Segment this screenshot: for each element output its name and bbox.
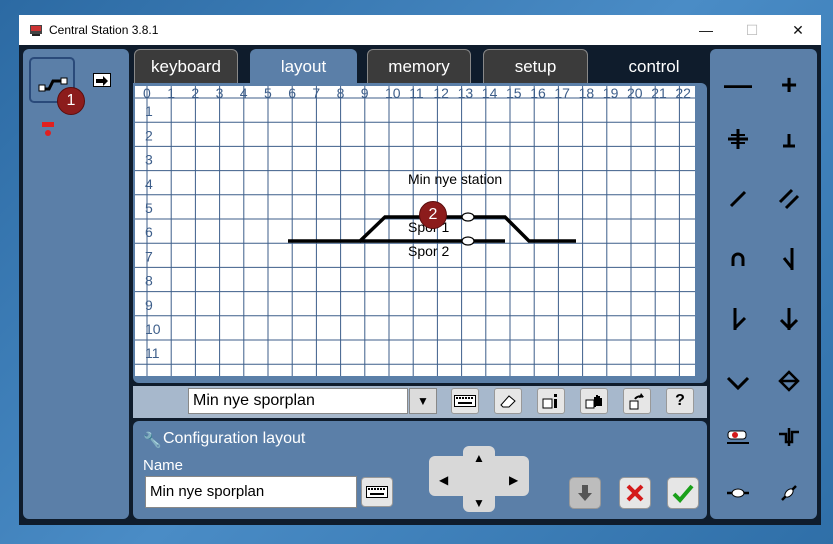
three-way-turnout-icon[interactable] — [771, 301, 807, 337]
signal-icon[interactable] — [720, 419, 756, 455]
turnout-left-icon[interactable] — [771, 241, 807, 277]
sensor-track-icon[interactable] — [771, 419, 807, 455]
arrow-down-icon[interactable]: ▼ — [473, 496, 485, 510]
config-panel: 🔧 Configuration layout Name Min nye spor… — [133, 421, 707, 519]
arrow-up-icon[interactable]: ▲ — [473, 451, 485, 465]
signal-icon[interactable] — [41, 121, 55, 139]
tab-keyboard[interactable]: keyboard — [134, 49, 238, 85]
title-bar: Central Station 3.8.1 — ☐ ✕ — [19, 15, 821, 45]
grid-row-label: 11 — [145, 345, 160, 361]
grid-col-label: 15 — [506, 86, 522, 101]
turnout-right-icon[interactable] — [720, 301, 756, 337]
grid-col-label: 5 — [264, 86, 272, 101]
grid-col-label: 8 — [337, 86, 345, 101]
grid-col-label: 16 — [530, 86, 546, 101]
maximize-button[interactable]: ☐ — [729, 15, 775, 45]
left-panel: 1 — [23, 49, 129, 519]
track-2-label: Spor 2 — [408, 243, 449, 259]
arrow-right-icon[interactable]: ▶ — [509, 473, 518, 487]
grid-col-label: 9 — [361, 86, 369, 101]
plan-select[interactable]: Min nye sporplan — [188, 388, 408, 414]
grid-row-label: 10 — [145, 321, 161, 337]
grid-col-label: 19 — [603, 86, 619, 101]
chevron-down-icon[interactable]: ▼ — [409, 388, 437, 414]
arrow-right-icon[interactable] — [93, 73, 111, 87]
config-title: Configuration layout — [163, 430, 306, 447]
grid-row-label: 8 — [145, 273, 153, 289]
window-title: Central Station 3.8.1 — [49, 23, 159, 37]
app-icon — [30, 25, 42, 36]
tab-setup[interactable]: setup — [483, 49, 588, 85]
grid-col-label: 3 — [216, 86, 224, 101]
grid-col-label: 1 — [167, 86, 175, 101]
grid-col-label: 7 — [312, 86, 320, 101]
contact-track-icon[interactable] — [720, 475, 756, 511]
cancel-button[interactable] — [619, 477, 651, 509]
grid-col-label: 14 — [482, 86, 498, 101]
track-element-panel: — + — [710, 49, 817, 519]
crossing-icon[interactable] — [771, 363, 807, 399]
grid-row-label: 3 — [145, 152, 153, 168]
client-area: 1 keyboard layout memory setup control 0… — [19, 45, 821, 525]
info-icon[interactable] — [537, 388, 565, 414]
grid-row-label: 1 — [145, 103, 153, 119]
tab-control[interactable]: control — [599, 49, 709, 85]
grid-col-label: 0 — [143, 86, 151, 101]
grid-col-label: 2 — [191, 86, 199, 101]
grid-col-label: 10 — [385, 86, 401, 101]
grid-col-label: 11 — [409, 86, 424, 101]
close-button[interactable]: ✕ — [775, 15, 821, 45]
minus-icon[interactable]: — — [720, 67, 756, 103]
grid-row-label: 5 — [145, 200, 153, 216]
keyboard-icon[interactable] — [451, 388, 479, 414]
badge-one: 1 — [57, 87, 85, 115]
uncoupler-icon[interactable] — [720, 121, 756, 157]
wrench-icon: 🔧 — [143, 432, 162, 449]
arrow-left-icon[interactable]: ◀ — [439, 473, 448, 487]
diagonal-track-icon[interactable] — [720, 181, 756, 217]
accept-button[interactable] — [667, 477, 699, 509]
grid-col-label: 17 — [554, 86, 570, 101]
grid-row-label: 7 — [145, 248, 153, 264]
app-window: Central Station 3.8.1 — ☐ ✕ 1 keyboard l… — [19, 15, 821, 525]
download-button[interactable] — [569, 477, 601, 509]
grid-col-label: 4 — [240, 86, 248, 101]
grid-row-label: 9 — [145, 297, 153, 313]
badge-two: 2 — [419, 201, 447, 229]
grid-row-label: 6 — [145, 224, 153, 240]
station-label: Min nye station — [408, 171, 502, 187]
hand-icon[interactable] — [580, 388, 608, 414]
keyboard-icon[interactable] — [361, 477, 393, 507]
buffer-stop-icon[interactable] — [771, 121, 807, 157]
plus-icon[interactable]: + — [771, 67, 807, 103]
grid-col-label: 6 — [288, 86, 296, 101]
tunnel-icon[interactable] — [720, 241, 756, 277]
end-track-icon[interactable] — [771, 475, 807, 511]
grid-col-label: 18 — [579, 86, 595, 101]
name-field[interactable]: Min nye sporplan — [145, 476, 357, 508]
layout-panel: 0 1 2 3 4 5 6 7 8 9 10 11 12 13 14 15 16 17 18 19 20 21 22 123… — [133, 83, 707, 383]
grid-col-label: 21 — [651, 86, 667, 101]
layout-toolbar: Min nye sporplan ▼ ? — [133, 386, 707, 418]
grid-col-label: 12 — [433, 86, 449, 101]
grid-row-label: 2 — [145, 127, 153, 143]
track-grid[interactable]: 0 1 2 3 4 5 6 7 8 9 10 11 12 13 14 15 16 17 18 19 20 21 22 123… — [135, 86, 695, 376]
grid-row-label: 4 — [145, 176, 153, 192]
tab-layout[interactable]: layout — [250, 49, 357, 85]
rotate-icon[interactable] — [623, 388, 651, 414]
grid-col-label: 13 — [458, 86, 474, 101]
minimize-button[interactable]: — — [683, 15, 729, 45]
grid-col-label: 22 — [675, 86, 691, 101]
double-diagonal-icon[interactable] — [771, 181, 807, 217]
eraser-icon[interactable] — [494, 388, 522, 414]
tab-memory[interactable]: memory — [367, 49, 471, 85]
curve-turnout-icon[interactable] — [720, 363, 756, 399]
help-icon[interactable]: ? — [666, 388, 694, 414]
grid-col-label: 20 — [627, 86, 643, 101]
name-label: Name — [143, 457, 184, 474]
